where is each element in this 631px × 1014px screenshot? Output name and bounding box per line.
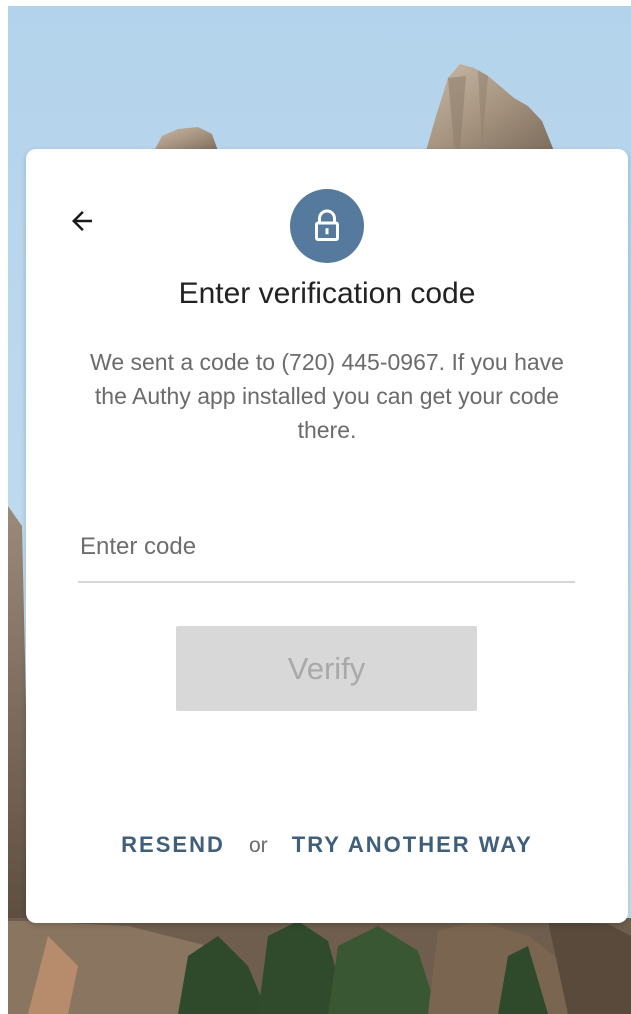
verification-card: Enter verification code We sent a code t…	[26, 149, 628, 923]
app-screen: Enter verification code We sent a code t…	[8, 6, 631, 1014]
verification-code-input[interactable]	[78, 513, 575, 583]
verify-button[interactable]: Verify	[176, 626, 477, 711]
page-title: Enter verification code	[178, 277, 476, 310]
back-button[interactable]	[62, 201, 102, 241]
arrow-left-icon	[72, 211, 92, 231]
lock-icon	[315, 209, 339, 241]
resend-link[interactable]: RESEND	[121, 832, 225, 857]
try-another-way-link[interactable]: TRY ANOTHER WAY	[292, 832, 533, 857]
sent-code-message: We sent a code to (720) 445-0967. If you…	[90, 349, 564, 443]
lock-badge	[290, 189, 364, 263]
or-separator: or	[248, 834, 268, 857]
alternate-actions: RESEND or TRY ANOTHER WAY	[26, 832, 628, 858]
